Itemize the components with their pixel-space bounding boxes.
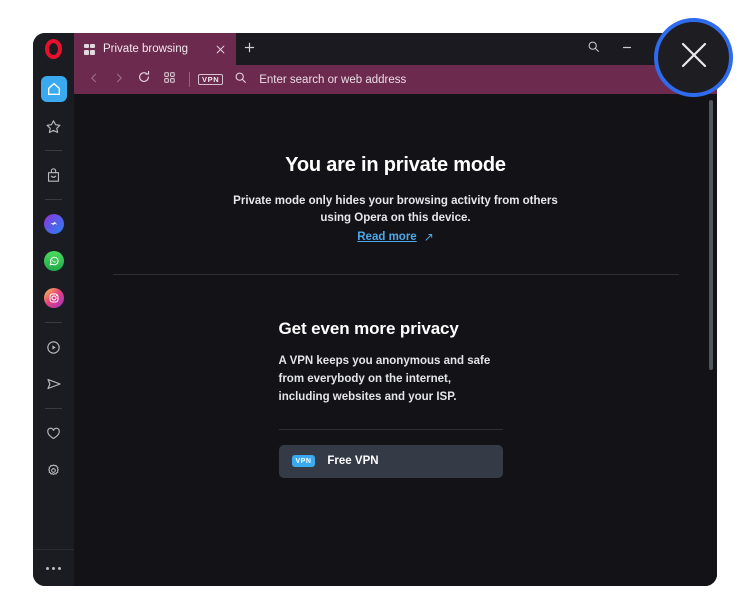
navigation-toolbar: VPN Enter search or web address — [74, 65, 717, 94]
shopping-bag-icon — [45, 167, 62, 184]
opera-o-shape — [45, 39, 62, 59]
page-title: You are in private mode — [285, 154, 506, 176]
external-link-icon: ↗ — [423, 230, 434, 245]
sidebar — [33, 33, 74, 586]
tab-title: Private browsing — [103, 43, 189, 55]
vpn-badge[interactable]: VPN — [198, 73, 224, 86]
private-mode-page: You are in private mode Private mode onl… — [74, 94, 717, 478]
browser-window: Private browsing VPN Enter search or web… — [33, 33, 717, 586]
tab-search-button[interactable] — [577, 34, 609, 64]
sidebar-item-pinboards[interactable] — [41, 420, 67, 446]
reload-icon — [137, 70, 151, 89]
tab-private-browsing[interactable]: Private browsing — [74, 33, 236, 65]
section-divider — [112, 274, 679, 276]
address-input[interactable]: Enter search or web address — [259, 74, 670, 86]
back-button[interactable] — [82, 68, 106, 92]
free-vpn-button[interactable]: VPN Free VPN — [278, 444, 503, 478]
vpn-section-title: Get even more privacy — [278, 319, 459, 339]
sidebar-more-button[interactable] — [33, 550, 74, 586]
page-viewport: You are in private mode Private mode onl… — [74, 94, 717, 586]
whatsapp-icon — [43, 251, 64, 271]
ellipsis-icon-dot — [52, 566, 55, 570]
vpn-promo-section: Get even more privacy A VPN keeps you an… — [113, 319, 679, 478]
search-icon — [587, 40, 600, 58]
instagram-icon — [43, 288, 64, 308]
sidebar-item-messenger[interactable] — [41, 211, 67, 237]
read-more-link[interactable]: Read more — [357, 231, 416, 243]
send-icon — [45, 375, 63, 393]
tab-strip: Private browsing — [74, 33, 717, 65]
forward-button[interactable] — [107, 68, 131, 92]
search-icon — [234, 71, 247, 89]
messenger-icon — [43, 214, 64, 234]
reload-button[interactable] — [132, 68, 156, 92]
sidebar-item-telegram[interactable] — [41, 371, 67, 397]
play-circle-icon — [45, 339, 62, 356]
sidebar-divider — [45, 199, 62, 200]
heart-icon — [45, 425, 62, 442]
home-icon — [46, 81, 62, 97]
sidebar-divider — [45, 150, 62, 151]
plus-icon — [244, 41, 255, 57]
minimize-icon — [621, 40, 633, 58]
toolbar-divider — [189, 72, 190, 87]
read-more-row: Read more ↗ — [357, 231, 434, 243]
sidebar-item-whatsapp[interactable] — [41, 248, 67, 274]
speed-dial-button[interactable] — [157, 68, 181, 92]
new-tab-button[interactable] — [236, 33, 262, 65]
sidebar-item-instagram[interactable] — [41, 285, 67, 311]
vpn-badge-icon: VPN — [291, 455, 316, 468]
grid-icon — [163, 71, 176, 89]
ellipsis-icon-dot — [46, 566, 49, 570]
page-scrollbar[interactable] — [708, 94, 714, 586]
chevron-left-icon — [88, 71, 100, 89]
sidebar-divider — [45, 408, 62, 409]
vpn-section-divider — [278, 428, 503, 430]
sidebar-divider — [45, 322, 62, 323]
private-grid-icon — [84, 43, 95, 55]
star-icon — [45, 118, 62, 135]
close-window-button[interactable] — [654, 18, 733, 97]
scrollbar-thumb[interactable] — [709, 100, 713, 370]
tab-close-icon[interactable] — [212, 41, 229, 58]
private-mode-description: Private mode only hides your browsing ac… — [233, 195, 558, 224]
close-icon — [674, 35, 714, 80]
sidebar-item-shopping[interactable] — [41, 162, 67, 188]
opera-logo-icon[interactable] — [33, 33, 74, 65]
chevron-right-icon — [113, 71, 125, 89]
browser-content-pane: Private browsing VPN Enter search or web… — [74, 33, 717, 586]
sidebar-item-player[interactable] — [41, 334, 67, 360]
gear-icon — [45, 462, 62, 479]
minimize-button[interactable] — [611, 34, 643, 64]
address-search-icon-button[interactable] — [228, 68, 252, 92]
vpn-section-description: A VPN keeps you anonymous and safe from … — [278, 355, 491, 403]
sidebar-item-settings[interactable] — [41, 457, 67, 483]
free-vpn-label: Free VPN — [327, 455, 379, 468]
sidebar-item-home[interactable] — [40, 76, 67, 102]
sidebar-item-favorites[interactable] — [41, 113, 67, 139]
ellipsis-icon-dot — [58, 566, 61, 570]
